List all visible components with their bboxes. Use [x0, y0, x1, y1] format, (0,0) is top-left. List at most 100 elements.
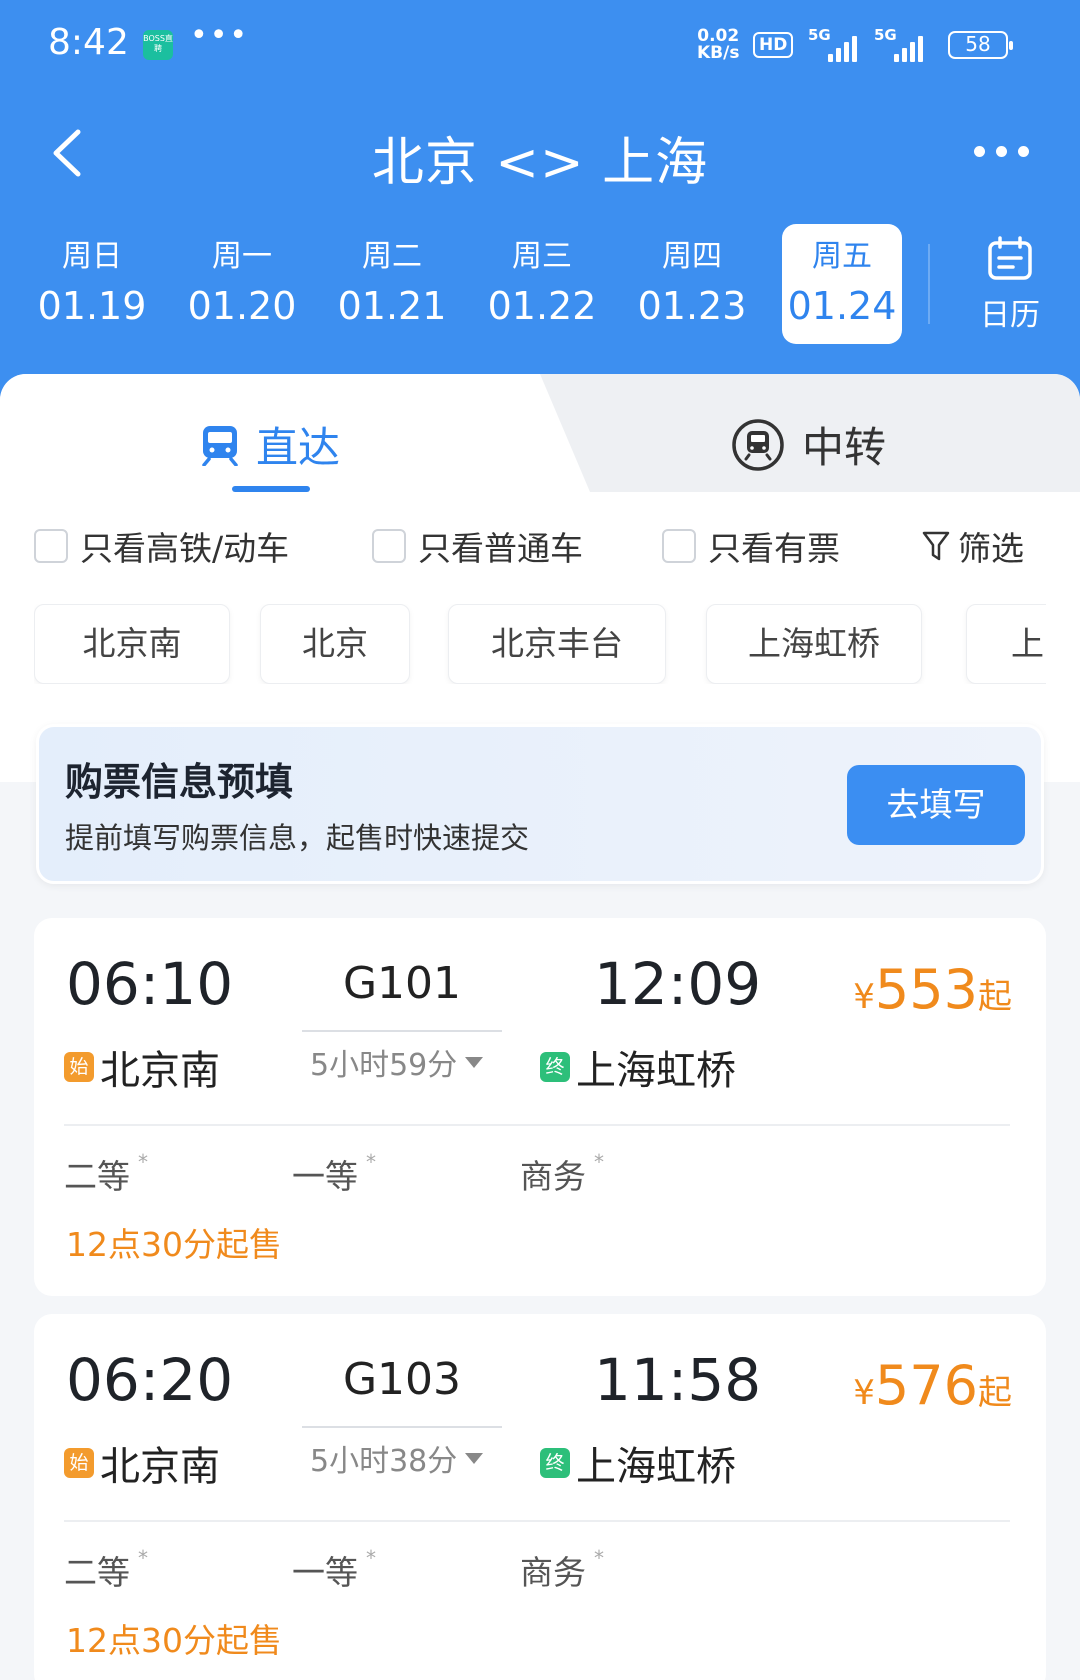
checkbox[interactable]: [662, 529, 696, 563]
date-weekday: 周三: [512, 239, 572, 274]
prefill-button[interactable]: 去填写: [847, 765, 1025, 845]
tab-direct[interactable]: 直达: [200, 414, 340, 475]
price-amount: 553: [874, 958, 978, 1021]
date-item[interactable]: 周日 01.19: [32, 224, 152, 344]
tab-transfer-label: 中转: [802, 423, 887, 472]
calendar-button[interactable]: 日历: [970, 236, 1050, 334]
date-weekday: 周二: [362, 239, 422, 274]
seat-class: 二等 *: [64, 1150, 148, 1198]
filter-available-label: 只看有票: [708, 529, 840, 568]
date-selector: 周日 01.19 周一 01.20 周二 01.21 周三 01.22 周四 0…: [0, 224, 1080, 344]
funnel-icon: [922, 531, 950, 561]
seat-class: 一等 *: [292, 1150, 376, 1198]
start-badge: 始: [64, 1052, 94, 1082]
status-time: 8:42: [48, 22, 129, 63]
network-speed: 0.02 KB/s: [697, 28, 739, 62]
seat-class-label: 商务: [520, 1157, 586, 1196]
train-code: G103: [342, 1354, 462, 1405]
seat-mark: *: [138, 1546, 148, 1570]
arrival-time: 11:58: [594, 1346, 762, 1414]
seat-class-label: 二等: [64, 1553, 130, 1592]
train-card[interactable]: 06:10 G101 5小时59分 12:09 ¥ 553 起 始 北京南 终 …: [34, 918, 1046, 1296]
station-chip[interactable]: 上海虹桥: [706, 604, 922, 684]
chevron-down-icon: [465, 1452, 484, 1464]
start-badge: 始: [64, 1448, 94, 1478]
price-symbol: ¥: [853, 977, 875, 1017]
prefill-title: 购票信息预填: [65, 760, 294, 804]
station-chips: 北京南 北京 北京丰台 上海虹桥 上: [34, 604, 1046, 684]
price: ¥ 576 起: [853, 1354, 1012, 1417]
more-menu-icon[interactable]: [974, 146, 1029, 157]
filter-button[interactable]: 筛选: [922, 522, 1024, 570]
prefill-banner: 购票信息预填 提前填写购票信息，起售时快速提交 去填写: [36, 724, 1044, 884]
to-station-name: 上海虹桥: [576, 1048, 736, 1094]
hd-icon: HD: [753, 32, 794, 58]
to-station-name: 上海虹桥: [576, 1444, 736, 1490]
seat-class: 二等 *: [64, 1546, 148, 1594]
filter-high-speed-label: 只看高铁/动车: [80, 529, 290, 568]
boss-app-icon: BOSS直聘: [143, 30, 173, 60]
filter-available[interactable]: 只看有票: [662, 522, 840, 570]
train-icon: [202, 425, 238, 466]
calendar-label: 日历: [980, 298, 1040, 333]
date-value: 01.24: [787, 284, 897, 328]
duration-toggle[interactable]: 5小时59分: [310, 1040, 484, 1084]
date-item[interactable]: 周三 01.22: [482, 224, 602, 344]
to-station: 终 上海虹桥: [540, 1038, 736, 1096]
price-amount: 576: [874, 1354, 978, 1417]
price: ¥ 553 起: [853, 958, 1012, 1021]
date-value: 01.20: [187, 284, 297, 328]
filter-button-label: 筛选: [958, 529, 1024, 568]
battery-icon: 58: [948, 31, 1013, 59]
train-code-divider: [302, 1030, 502, 1032]
date-weekday: 周日: [62, 239, 122, 274]
departure-time: 06:10: [66, 950, 234, 1018]
train-card[interactable]: 06:20 G103 5小时38分 11:58 ¥ 576 起 始 北京南 终 …: [34, 1314, 1046, 1680]
station-chip[interactable]: 北京南: [34, 604, 230, 684]
from-station: 始 北京南: [64, 1434, 220, 1492]
price-suffix: 起: [978, 1373, 1012, 1413]
transfer-train-icon: [732, 418, 784, 471]
results-panel: 直达 中转 只看高铁/动车 只看普通车 只看有票 筛选 北京南 北京 北京丰台 …: [0, 374, 1080, 1680]
duration: 5小时38分: [310, 1444, 458, 1479]
route-title: 北京 <> 上海: [371, 133, 709, 193]
seat-mark: *: [138, 1150, 148, 1174]
tab-transfer[interactable]: 中转: [730, 414, 886, 475]
price-suffix: 起: [978, 977, 1012, 1017]
seat-mark: *: [366, 1546, 376, 1570]
nav-bar: 北京 <> 上海: [0, 100, 1080, 210]
train-code-divider: [302, 1426, 502, 1428]
seat-class-label: 商务: [520, 1553, 586, 1592]
date-item[interactable]: 周二 01.21: [332, 224, 452, 344]
date-value: 01.21: [337, 284, 447, 328]
status-more-dots: •••: [190, 18, 250, 53]
filter-normal-train[interactable]: 只看普通车: [372, 522, 583, 570]
date-weekday: 周一: [212, 239, 272, 274]
train-code: G101: [342, 958, 462, 1009]
seat-mark: *: [366, 1150, 376, 1174]
date-item[interactable]: 周四 01.23: [632, 224, 752, 344]
sale-info: 12点30分起售: [66, 1621, 282, 1660]
end-badge: 终: [540, 1052, 570, 1082]
station-chip[interactable]: 北京: [260, 604, 410, 684]
seat-mark: *: [594, 1546, 604, 1570]
duration-toggle[interactable]: 5小时38分: [310, 1436, 484, 1480]
checkbox[interactable]: [372, 529, 406, 563]
calendar-icon: [988, 236, 1032, 280]
date-value: 01.23: [637, 284, 747, 328]
from-station: 始 北京南: [64, 1038, 220, 1096]
station-chip[interactable]: 北京丰台: [448, 604, 666, 684]
checkbox[interactable]: [34, 529, 68, 563]
filter-normal-label: 只看普通车: [418, 529, 583, 568]
date-item-selected[interactable]: 周五 01.24: [782, 224, 902, 344]
date-item[interactable]: 周一 01.20: [182, 224, 302, 344]
date-weekday: 周四: [662, 239, 722, 274]
seat-mark: *: [594, 1150, 604, 1174]
filter-high-speed[interactable]: 只看高铁/动车: [34, 522, 289, 570]
seat-class: 一等 *: [292, 1546, 376, 1594]
station-chip[interactable]: 上: [966, 604, 1046, 684]
tab-direct-label: 直达: [256, 423, 341, 472]
date-value: 01.19: [37, 284, 147, 328]
to-station: 终 上海虹桥: [540, 1434, 736, 1492]
seat-class: 商务 *: [520, 1150, 604, 1198]
